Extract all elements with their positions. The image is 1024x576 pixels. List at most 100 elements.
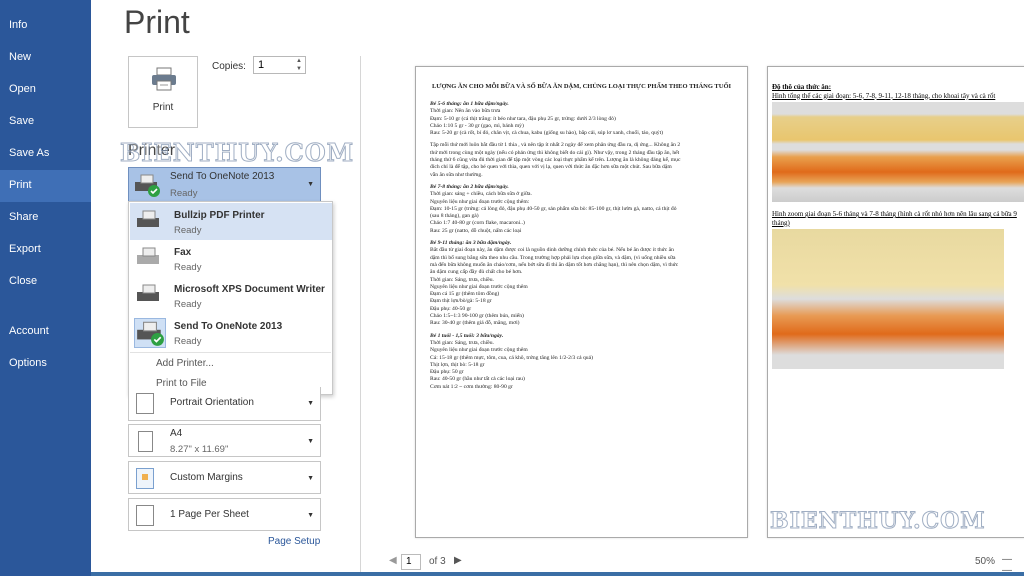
margins-label: Custom Margins xyxy=(170,472,243,483)
copies-spinner[interactable]: ▲ ▼ xyxy=(296,57,302,73)
portrait-page-icon xyxy=(136,393,154,414)
printer-check-icon xyxy=(134,318,166,348)
document-line: Cá: 15-18 gr (thêm mực, tôm, cua, cá khô… xyxy=(430,354,593,361)
document-line: Cháo 1:10 5 gr - 30 gr (gạo, mì, bánh mỳ… xyxy=(430,122,524,129)
document-section-heading: Bé 5-6 tháng: ăn 1 bữa dặm/ngày. xyxy=(430,101,509,107)
document-line: Cơm nát 1:2 ~ cơm thường: 80-90 gr xyxy=(430,383,513,390)
nav-info[interactable]: Info xyxy=(0,10,91,42)
document-line: Bắt đầu từ giai đoạn này, ăn dặm được co… xyxy=(430,247,674,254)
document-line: Đạm: 5-10 gr (cá thịt trắng: ít béo như … xyxy=(430,115,616,122)
paper-icon xyxy=(138,431,153,452)
printer-option-onenote[interactable]: Send To OneNote 2013 Ready xyxy=(130,314,332,351)
document-line: dặm thì bổ sung bằng sữa theo nhu cầu. T… xyxy=(430,254,676,261)
document-line: Thịt lợn, thịt bò: 5-18 gr xyxy=(430,361,485,368)
nav-open[interactable]: Open xyxy=(0,74,91,106)
document-line: Thời gian: Sáng, trưa, chiều. xyxy=(430,276,494,283)
document-section-heading: Bé 1 tuổi - 1,5 tuổi: 3 bữa/ngày. xyxy=(430,332,504,339)
preview-page-1: LƯỢNG ĂN CHO MỖI BỮA VÀ SỐ BỮA ĂN DẶM, C… xyxy=(415,66,748,538)
printer-status: Ready xyxy=(174,262,202,273)
margins-icon xyxy=(136,468,154,489)
document-line: Thời gian: sáng + chiều, cách bữa sữa ở … xyxy=(430,191,532,198)
nav-options[interactable]: Options xyxy=(0,348,91,380)
printer-icon xyxy=(137,284,159,301)
document-line: Thời gian: Sáng, trưa, chiều. xyxy=(430,339,494,346)
next-page-icon[interactable]: ▶ xyxy=(454,555,462,566)
nav-share[interactable]: Share xyxy=(0,202,91,234)
fax-icon xyxy=(137,247,159,264)
document-section-heading: Bé 9-11 tháng: ăn 3 bữa dặm/ngày. xyxy=(430,240,512,247)
copies-label: Copies: xyxy=(212,61,246,72)
page-number-input[interactable]: 1 xyxy=(401,554,421,570)
nav-export[interactable]: Export xyxy=(0,234,91,266)
document-line: Đậu phụ: 40-50 gr xyxy=(430,305,472,312)
document-line: Rau: 30-40 gr (thêm giá đỗ, măng, mơi) xyxy=(430,320,520,327)
document-line: đích chỉ là để tập, cho bé quen với thìa… xyxy=(430,164,672,171)
printer-name: Send To OneNote 2013 xyxy=(174,321,283,332)
nav-save-as[interactable]: Save As xyxy=(0,138,91,170)
printer-option-xps[interactable]: Microsoft XPS Document Writer Ready xyxy=(130,277,332,314)
printer-check-icon xyxy=(135,174,160,197)
document-line: Thời gian: Nên ăn vào bữa trưa xyxy=(430,108,501,115)
printer-option-bullzip[interactable]: Bullzip PDF Printer Ready xyxy=(130,203,332,240)
previous-page-icon[interactable]: ◀ xyxy=(389,555,397,566)
document-section-heading: Bé 7-8 tháng: ăn 2 bữa dặm/ngày. xyxy=(430,183,509,190)
orientation-dropdown[interactable]: Portrait Orientation ▼ xyxy=(128,387,321,421)
printer-name: Microsoft XPS Document Writer xyxy=(174,284,325,295)
document-line: Đạm: 10-15 gr (trứng: cả lòng đỏ, đậu ph… xyxy=(430,205,677,212)
document-line: ăn dặm cung cấp đầy đủ chất cho bé hơn. xyxy=(430,269,523,276)
watermark: BIENTHUY.COM xyxy=(119,138,355,168)
chevron-down-icon: ▼ xyxy=(307,181,314,188)
document-line: tháng thứ 6 cũng vừa đủ thời gian để tập… xyxy=(430,157,681,164)
print-button[interactable]: Print xyxy=(128,56,198,128)
document-line: Tập mỗi thứ mới luôn bắt đầu từ 1 thìa ,… xyxy=(430,142,681,149)
print-button-label: Print xyxy=(152,102,174,113)
document-line: Đạm cá 15 gr (thêm tôm đồng) xyxy=(430,291,500,298)
food-photo xyxy=(772,102,1024,202)
chevron-down-icon: ▼ xyxy=(307,512,314,519)
add-printer-link[interactable]: Add Printer... xyxy=(156,358,214,369)
printer-status: Ready xyxy=(174,299,202,310)
preview-page-2: Độ thô của thức ăn: Hình tổng thể các gi… xyxy=(767,66,1024,538)
printer-option-fax[interactable]: Fax Ready xyxy=(130,240,332,277)
document-line: vẫn ăn sữa như thường. xyxy=(430,171,483,178)
page-title: Print xyxy=(124,4,190,40)
page-setup-link[interactable]: Page Setup xyxy=(268,536,320,547)
printer-name: Bullzip PDF Printer xyxy=(174,210,265,221)
document-line: thứ mới trong cùng một ngày (nếu có phản… xyxy=(430,149,680,156)
chevron-down-icon: ▼ xyxy=(307,400,314,407)
document-title: LƯỢNG ĂN CHO MỖI BỮA VÀ SỐ BỮA ĂN DẶM, C… xyxy=(431,83,732,90)
printer-icon xyxy=(152,67,176,91)
selected-printer-name: Send To OneNote 2013 xyxy=(170,171,275,182)
printer-list: Bullzip PDF Printer Ready Fax Ready Micr… xyxy=(128,201,333,395)
nav-print[interactable]: Print xyxy=(0,170,91,202)
chevron-down-icon: ▼ xyxy=(307,475,314,482)
copies-input[interactable]: 1 ▲ ▼ xyxy=(253,56,306,74)
document-body: Bé 5-6 tháng: ăn 1 bữa dặm/ngày. Thời gia… xyxy=(430,101,733,391)
zoom-level[interactable]: 50% xyxy=(975,556,995,567)
document-line: Nguyên liệu như giai đoạn trước cộng thê… xyxy=(430,347,528,354)
nav-close[interactable]: Close xyxy=(0,266,91,298)
food-photo xyxy=(772,229,1004,369)
document-line: Rau: 5-20 gr (cà rốt, bí đỏ, chân vịt, c… xyxy=(430,130,664,137)
copies-value: 1 xyxy=(258,59,265,71)
document-line: Đậu phụ: 50 gr xyxy=(430,369,464,376)
nav-account[interactable]: Account xyxy=(0,316,91,348)
nav-save[interactable]: Save xyxy=(0,106,91,138)
document-line: Đạm thịt lợn/bò/gà: 5-18 gr xyxy=(430,298,492,305)
paper-size-dropdown[interactable]: A4 8.27" x 11.69" ▼ xyxy=(128,424,321,457)
document-line: Rau: 25 gr (natto, đỗ chuột, nấm các loạ… xyxy=(430,227,522,234)
pages-per-sheet-dropdown[interactable]: 1 Page Per Sheet ▼ xyxy=(128,498,321,531)
chevron-down-icon: ▼ xyxy=(307,438,314,445)
document-line: Cháo 1:5~1:3 90-100 gr (thêm bún, miến) xyxy=(430,313,524,320)
printer-dropdown[interactable]: Send To OneNote 2013 Ready ▼ xyxy=(128,167,321,202)
print-preview: LƯỢNG ĂN CHO MỖI BỮA VÀ SỐ BỮA ĂN DẶM, C… xyxy=(361,56,1024,546)
page2-heading: Độ thô của thức ăn: xyxy=(772,83,832,91)
printer-status: Ready xyxy=(174,225,202,236)
printer-name: Fax xyxy=(174,247,192,258)
document-line: Nguyên liệu như giai đoạn trước cộng thê… xyxy=(430,283,528,290)
margins-dropdown[interactable]: Custom Margins ▼ xyxy=(128,461,321,494)
orientation-label: Portrait Orientation xyxy=(170,397,254,408)
paper-size-label: A4 xyxy=(170,428,183,439)
watermark: BIENTHUY.COM xyxy=(770,508,986,535)
nav-new[interactable]: New xyxy=(0,42,91,74)
